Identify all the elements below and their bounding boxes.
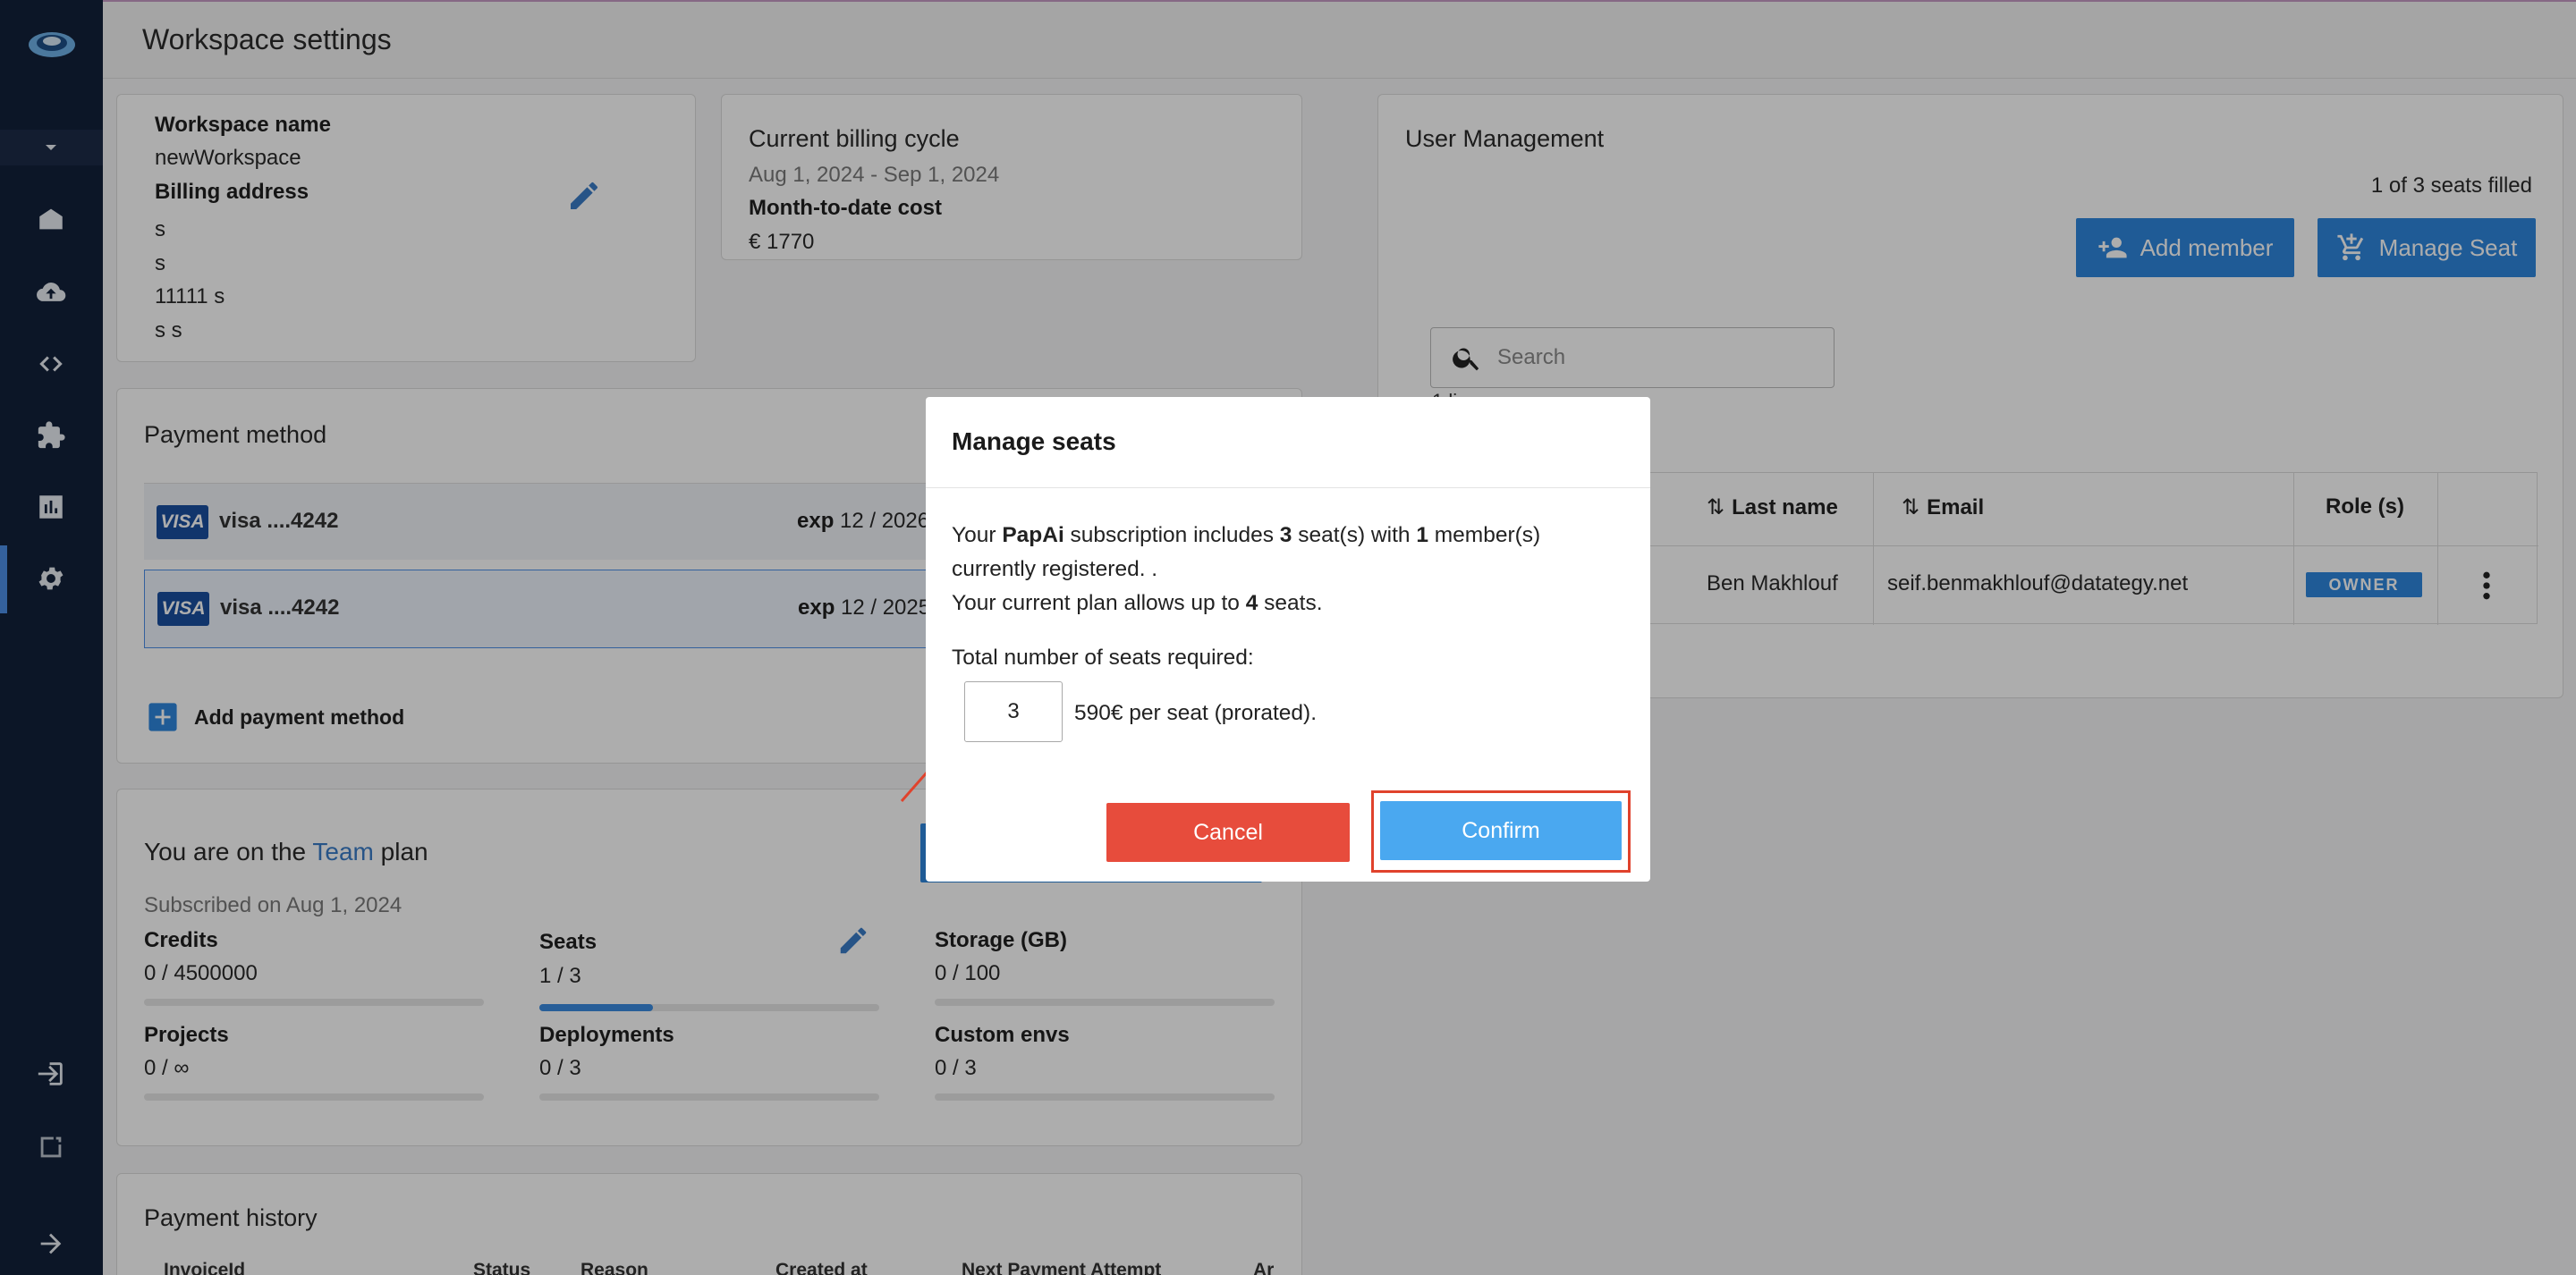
seats-required-label: Total number of seats required: bbox=[952, 646, 1254, 670]
cancel-button[interactable]: Cancel bbox=[1106, 803, 1350, 862]
dialog-divider bbox=[926, 487, 1650, 488]
price-per-seat-text: 590€ per seat (prorated). bbox=[1074, 701, 1318, 725]
confirm-button[interactable]: Confirm bbox=[1380, 801, 1622, 860]
seats-input[interactable]: 3 bbox=[964, 681, 1063, 742]
dialog-description: Your PapAi subscription includes 3 seat(… bbox=[952, 523, 1541, 615]
manage-seats-dialog: Manage seats Your PapAi subscription inc… bbox=[926, 397, 1650, 882]
dialog-title: Manage seats bbox=[952, 427, 1116, 455]
